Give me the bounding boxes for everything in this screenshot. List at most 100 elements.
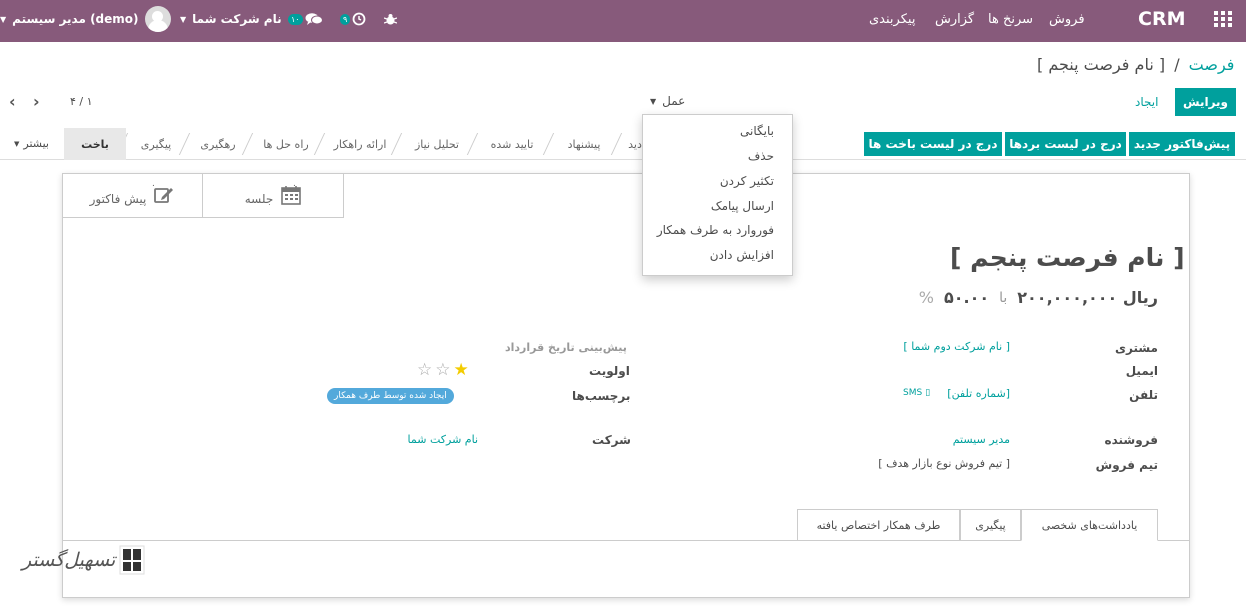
caret-down-icon: ▼	[180, 14, 187, 24]
logo-icon	[119, 545, 145, 575]
menu-leads[interactable]: سرنخ ها	[988, 0, 1033, 38]
edit-button[interactable]: ویرایش	[1175, 88, 1236, 116]
debug-bug-button[interactable]	[384, 0, 397, 38]
action-send-sms[interactable]: ارسال پیامک	[711, 199, 774, 213]
tab-assigned-partner[interactable]: طرف همکار اختصاص یافته	[797, 509, 960, 541]
chat-icon	[305, 13, 323, 25]
mark-lost-button[interactable]: درج در لیست باخت ها	[864, 132, 1002, 156]
stage-proposition[interactable]: پیشنهاد	[556, 130, 612, 158]
phone-field[interactable]: [شماره تلفن]	[944, 387, 1010, 400]
edit-icon	[154, 188, 174, 203]
create-button[interactable]: ایجاد	[1135, 95, 1158, 109]
quotations-smart-button[interactable]: پیش فاکتور ۰	[62, 173, 203, 217]
company-label: شرکت	[592, 433, 631, 447]
user-name: مدیر سیستم (demo)	[12, 12, 139, 26]
company-switcher[interactable]: ▼ نام شرکت شما	[180, 0, 282, 38]
stage-solution[interactable]: ارائه راهکار	[327, 130, 393, 158]
menu-configuration[interactable]: پیکربندی	[869, 0, 915, 38]
breadcrumb-current: [ نام فرصت پنجم ]	[1037, 55, 1166, 74]
stage-tracking[interactable]: رهگیری	[192, 130, 244, 158]
messages-button[interactable]: ۱۰	[288, 0, 323, 38]
watermark-text: تسهیل‌گستر	[22, 549, 116, 571]
meeting-count: ۰	[292, 181, 297, 191]
action-enrich[interactable]: افزایش دادن	[710, 248, 774, 262]
bug-icon	[384, 13, 397, 24]
watermark-logo: تسهیل‌گستر	[22, 545, 145, 575]
star-filled-icon[interactable]: ★	[454, 360, 469, 380]
stage-lost-active[interactable]: باخت	[64, 128, 126, 160]
messages-count: ۱۰	[288, 13, 303, 25]
probability: ۵۰.۰۰	[943, 288, 990, 307]
action-forward-partner[interactable]: فوروارد به طرف همکار	[657, 223, 774, 237]
tags-label: برچسب‌ها	[572, 389, 631, 403]
pager-previous-button[interactable]: ‹	[9, 92, 16, 111]
tab-personal-notes[interactable]: یادداشت‌های شخصی	[1021, 509, 1158, 541]
breadcrumb-parent[interactable]: فرصت	[1189, 55, 1235, 74]
stage-more-label: بیشتر	[23, 137, 49, 150]
percent-sign: %	[918, 288, 934, 307]
quote-count: ۰	[151, 181, 156, 191]
grid-icon	[1214, 11, 1232, 27]
revenue-line: ۲۰۰,۰۰۰,۰۰۰ ریال با ۵۰.۰۰ %	[919, 288, 1158, 307]
star-empty-icon[interactable]: ☆	[435, 360, 450, 380]
company-field[interactable]: نام شرکت شما	[403, 433, 478, 446]
breadcrumb: فرصت / [ نام فرصت پنجم ]	[1037, 55, 1234, 74]
email-label: ایمیل	[1125, 364, 1158, 378]
activities-count: ۹	[340, 13, 351, 25]
new-quotation-button[interactable]: پیش‌فاکتور جدید	[1129, 132, 1235, 156]
menu-sales[interactable]: فروش	[1049, 0, 1085, 38]
stage-won[interactable]: تایید شده	[480, 130, 544, 158]
expected-closing-label: پیش‌بینی تاریخ قرارداد	[505, 341, 627, 354]
stage-follow-up[interactable]: پیگیری	[130, 130, 182, 158]
action-dropdown-menu: بایگانی حذف تکثیر کردن ارسال پیامک فوروا…	[642, 114, 793, 276]
action-dropdown-toggle[interactable]: ▼ عمل	[650, 94, 685, 108]
action-duplicate[interactable]: تکثیر کردن	[720, 174, 774, 188]
apps-menu-button[interactable]	[1214, 0, 1236, 38]
caret-down-icon: ▼	[0, 14, 7, 24]
salesperson-label: فروشنده	[1104, 433, 1159, 447]
app-name[interactable]: CRM	[1138, 0, 1185, 38]
at-label: با	[999, 289, 1008, 306]
quote-label: پیش فاکتور	[89, 192, 147, 206]
salesperson-field[interactable]: مدیر سیستم	[945, 433, 1010, 446]
record-title: [ نام فرصت پنجم ]	[950, 243, 1185, 272]
caret-down-icon: ▼	[650, 96, 657, 106]
customer-label: مشتری	[1114, 341, 1158, 355]
activities-button[interactable]: ۹	[340, 0, 366, 38]
action-delete[interactable]: حذف	[748, 149, 774, 163]
tab-follow-up[interactable]: پیگیری	[960, 509, 1021, 541]
mark-won-button[interactable]: درج در لیست بردها	[1005, 132, 1126, 156]
pager-next-button[interactable]: ›	[33, 92, 40, 111]
meeting-label: جلسه	[244, 192, 274, 206]
sms-button[interactable]: SMS ▯	[903, 388, 930, 398]
stage-qualified[interactable]: تحلیل نیاز	[404, 130, 470, 158]
top-navbar: CRM فروش سرنخ ها گزارش پیکربندی ۹ ۱۰ ▼ ن…	[0, 0, 1246, 42]
sales-team-label: تیم فروش	[1095, 458, 1158, 472]
sms-label: SMS	[903, 388, 923, 398]
action-label: عمل	[662, 94, 686, 108]
breadcrumb-separator: /	[1174, 55, 1180, 74]
tag-badge[interactable]: ایجاد شده توسط طرف همکار	[327, 388, 454, 404]
stage-more-button[interactable]: ▼ بیشتر	[14, 137, 49, 150]
customer-field[interactable]: [ نام شرکت دوم شما ]	[898, 340, 1010, 353]
mobile-icon: ▯	[925, 388, 931, 398]
meetings-smart-button[interactable]: جلسه ۰	[203, 173, 344, 217]
chevron-right-icon: ›	[33, 92, 40, 111]
stage-solutions[interactable]: راه حل ها	[255, 130, 317, 158]
pager-value[interactable]: ۴ / ۱	[70, 95, 93, 108]
caret-down-icon: ▼	[14, 139, 20, 148]
button-box-divider	[62, 217, 344, 218]
clock-icon	[352, 12, 366, 26]
priority-widget[interactable]: ★ ☆ ☆	[417, 360, 469, 380]
menu-reporting[interactable]: گزارش	[935, 0, 974, 38]
priority-label: اولویت	[589, 364, 630, 378]
company-name: نام شرکت شما	[192, 12, 282, 26]
user-menu[interactable]: ▼ مدیر سیستم (demo)	[0, 0, 171, 38]
sales-team-field[interactable]: [ تیم فروش نوع بازار هدف ]	[866, 457, 1010, 470]
phone-label: تلفن	[1129, 388, 1158, 402]
star-empty-icon[interactable]: ☆	[417, 360, 432, 380]
chevron-left-icon: ‹	[9, 92, 16, 111]
avatar	[144, 6, 171, 32]
expected-revenue: ۲۰۰,۰۰۰,۰۰۰ ریال	[1017, 288, 1158, 307]
action-archive[interactable]: بایگانی	[740, 124, 774, 138]
